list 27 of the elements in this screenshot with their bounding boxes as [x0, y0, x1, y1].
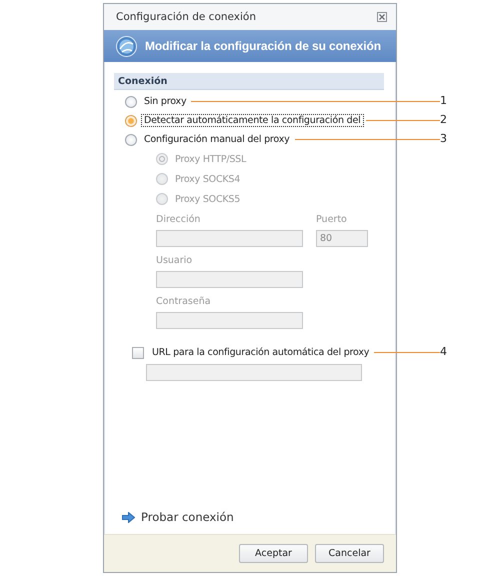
- callout-number: 1: [440, 94, 447, 107]
- radio-button[interactable]: [125, 96, 137, 108]
- field-label: Dirección: [156, 212, 202, 226]
- dialog-button[interactable]: Aceptar: [239, 544, 308, 563]
- callout-number: 3: [440, 132, 447, 145]
- globe-icon: [116, 36, 137, 56]
- checkbox[interactable]: [132, 346, 144, 358]
- test-connection-link[interactable]: Probar conexión: [141, 510, 234, 524]
- field-label: Usuario: [156, 254, 194, 267]
- option-label[interactable]: Detectar automáticamente la configuración del: [141, 114, 364, 127]
- callout-number: 2: [440, 113, 447, 126]
- option-label[interactable]: Sin proxy: [141, 95, 190, 108]
- callout-number: 4: [440, 345, 447, 358]
- input-field[interactable]: [146, 364, 362, 381]
- arrow-icon: [122, 512, 135, 522]
- checkbox-label[interactable]: URL para la configuración automática del proxy: [149, 346, 372, 359]
- field-label: Puerto: [316, 212, 348, 226]
- section-header: Conexión: [114, 73, 384, 90]
- radio-button[interactable]: [125, 114, 137, 126]
- header-title: Modificar la configuración de su conexión: [145, 39, 381, 53]
- option-label[interactable]: Configuración manual del proxy: [141, 133, 293, 146]
- field-label: Contraseña: [156, 294, 212, 308]
- close-icon[interactable]: [377, 12, 387, 22]
- dialog-button[interactable]: Cancelar: [315, 544, 384, 563]
- leader-line: [374, 352, 440, 353]
- radio-button[interactable]: [125, 134, 137, 146]
- window-title: Configuración de conexión: [116, 11, 258, 23]
